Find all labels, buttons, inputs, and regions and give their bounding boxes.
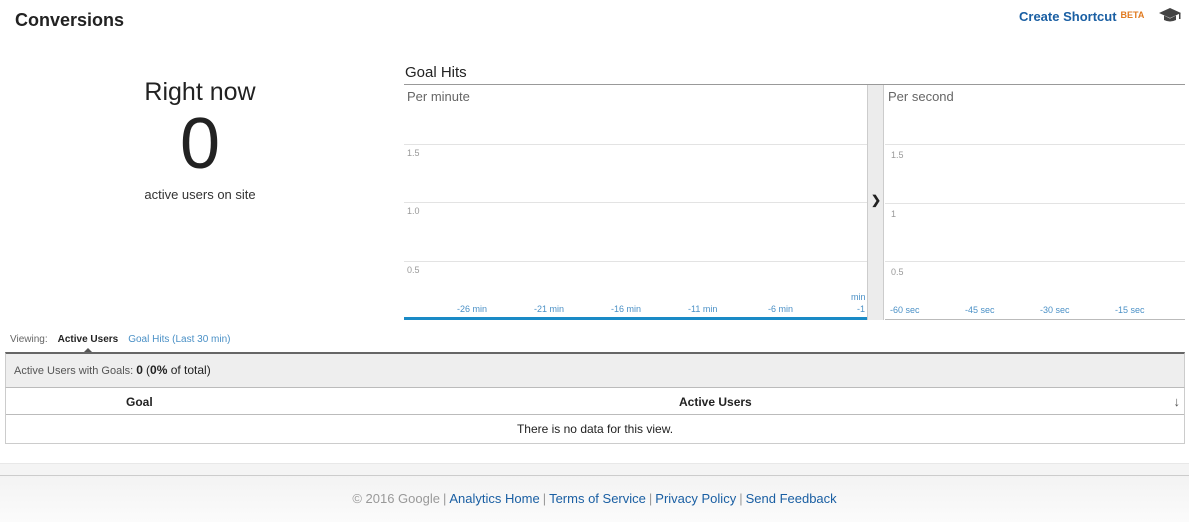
- active-users-count: 0: [179, 104, 221, 184]
- copyright: © 2016 Google: [352, 491, 440, 506]
- footer: © 2016 Google | Analytics Home | Terms of Se…: [0, 475, 1189, 522]
- separator: |: [542, 491, 547, 506]
- empty-message: There is no data for this view.: [516, 422, 674, 436]
- tab-active-users[interactable]: Active Users: [58, 334, 118, 353]
- terms-of-service-link[interactable]: Terms of Service: [549, 491, 646, 506]
- goal-hits-title: Goal Hits: [405, 64, 467, 81]
- chevron-right-icon: ❯: [871, 193, 882, 207]
- page-title: Conversions: [15, 10, 125, 30]
- per-second-chart: Per second 1.5 1 0.5 -60 sec -45 sec -30…: [885, 85, 1185, 320]
- graduation-cap-icon[interactable]: [1158, 6, 1182, 24]
- separator: |: [442, 491, 447, 506]
- right-now-panel: Right now 0 active users on site: [100, 78, 300, 202]
- summary-bar: Active Users with Goals: 0 (0% of total): [5, 352, 1185, 387]
- viewing-tabs: Viewing: Active Users Goal Hits (Last 30…: [10, 334, 230, 353]
- per-minute-bars: [404, 85, 867, 317]
- summary-pct-rest: of total): [167, 363, 211, 377]
- create-shortcut: Create Shortcut BETA: [1019, 9, 1144, 24]
- create-shortcut-link[interactable]: Create Shortcut: [1019, 9, 1117, 24]
- x-axis-line: [404, 317, 867, 320]
- per-minute-chart: Per minute 1.5 1.0 0.5 -26 min -21 min -…: [404, 85, 867, 320]
- footer-spacer: [0, 463, 1189, 475]
- separator: |: [739, 491, 743, 506]
- x-axis-line: [885, 319, 1185, 320]
- arrow-down-icon[interactable]: ↓: [1174, 394, 1181, 409]
- column-active-users[interactable]: Active Users: [679, 395, 752, 409]
- tab-goal-hits[interactable]: Goal Hits (Last 30 min): [128, 334, 230, 345]
- send-feedback-link[interactable]: Send Feedback: [746, 491, 837, 506]
- active-users-sublabel: active users on site: [144, 187, 256, 202]
- viewing-label: Viewing:: [10, 334, 48, 345]
- analytics-home-link[interactable]: Analytics Home: [449, 491, 539, 506]
- summary-text: Active Users with Goals: 0 (0% of total): [14, 363, 211, 377]
- goals-table: Goal Active Users ↓ There is no data for…: [5, 387, 1185, 444]
- summary-label: Active Users with Goals:: [14, 365, 134, 377]
- summary-pct: 0%: [150, 363, 168, 377]
- summary-value: 0: [136, 363, 143, 377]
- expand-chart-toggle[interactable]: ❯: [867, 85, 884, 320]
- right-now-label: Right now: [144, 78, 256, 106]
- per-second-bars: [885, 85, 1185, 319]
- separator: |: [648, 491, 653, 506]
- column-goal[interactable]: Goal: [126, 395, 153, 409]
- privacy-policy-link[interactable]: Privacy Policy: [655, 491, 736, 506]
- table-header: Goal Active Users ↓: [6, 388, 1184, 415]
- beta-badge: BETA: [1120, 10, 1145, 20]
